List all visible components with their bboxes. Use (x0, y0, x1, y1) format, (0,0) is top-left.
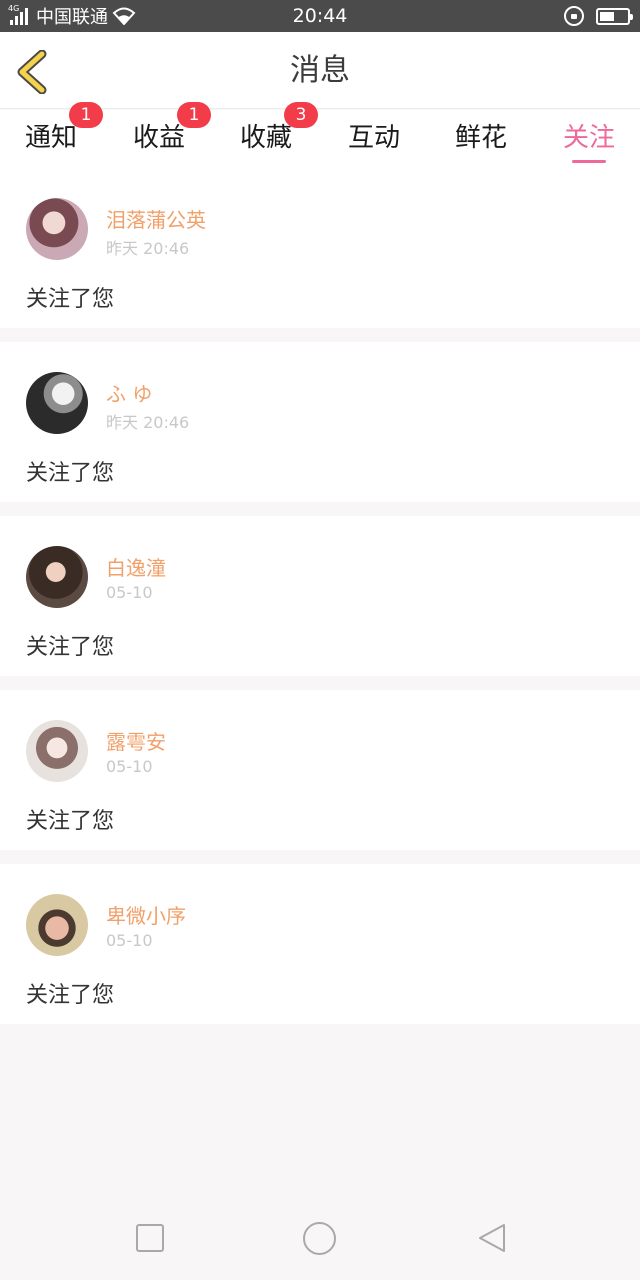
user-name[interactable]: 泪落蒲公英 (106, 204, 206, 233)
follow-time: 昨天 20:46 (106, 239, 190, 258)
avatar[interactable] (26, 720, 88, 782)
system-nav-bar (0, 1196, 640, 1280)
follow-time: 05-10 (106, 757, 153, 776)
page-title: 消息 (290, 53, 350, 88)
follow-item[interactable]: 泪落蒲公英 昨天 20:46 关注了您 (0, 168, 640, 328)
follow-time: 05-10 (106, 931, 153, 950)
triangle-back-icon[interactable] (476, 1222, 508, 1254)
rotation-lock-icon (564, 6, 584, 26)
follow-item[interactable]: 白逸潼 05-10 关注了您 (0, 516, 640, 676)
unread-badge: 1 (177, 102, 211, 128)
follow-item[interactable]: 露雩安 05-10 关注了您 (0, 690, 640, 850)
tab-label: 鲜花 (454, 123, 507, 153)
avatar[interactable] (26, 894, 88, 956)
user-name[interactable]: 露雩安 (106, 726, 166, 755)
header: 消息 (0, 32, 640, 109)
follow-item[interactable]: ふ ゆ 昨天 20:46 关注了您 (0, 342, 640, 502)
tab-notice[interactable]: 通知 1 (1, 102, 103, 168)
circle-icon[interactable] (303, 1222, 336, 1255)
follow-message: 关注了您 (26, 983, 115, 1008)
tab-bar: 通知 1 收益 1 收藏 3 互动 鲜花 关注 (0, 102, 640, 168)
tab-favorites[interactable]: 收藏 3 (216, 102, 318, 168)
tab-flowers[interactable]: 鲜花 (431, 110, 531, 168)
tab-earnings[interactable]: 收益 1 (109, 102, 211, 168)
user-name[interactable]: ふ ゆ (106, 378, 152, 407)
battery-icon (596, 7, 633, 25)
tab-label: 互动 (347, 123, 400, 153)
avatar[interactable] (26, 546, 88, 608)
unread-badge: 3 (284, 102, 318, 128)
follow-time: 昨天 20:46 (106, 413, 190, 432)
follow-time: 05-10 (106, 583, 153, 602)
follow-item[interactable]: 卑微小序 05-10 关注了您 (0, 864, 640, 1024)
status-right (564, 0, 633, 32)
tab-label: 关注 (562, 123, 615, 153)
tab-interaction[interactable]: 互动 (324, 110, 424, 168)
follow-message: 关注了您 (26, 635, 115, 660)
status-time: 20:44 (292, 5, 348, 27)
tab-following[interactable]: 关注 (539, 110, 639, 168)
follow-message: 关注了您 (26, 287, 115, 312)
square-icon[interactable] (136, 1224, 164, 1252)
follow-message: 关注了您 (26, 809, 115, 834)
unread-badge: 1 (69, 102, 103, 128)
active-tab-indicator (572, 160, 606, 163)
user-name[interactable]: 白逸潼 (106, 552, 166, 581)
status-bar: 4G 中国联通 20:44 (0, 0, 640, 32)
follow-list: 泪落蒲公英 昨天 20:46 关注了您 ふ ゆ 昨天 20:46 关注了您 白逸… (0, 168, 640, 1038)
avatar[interactable] (26, 372, 88, 434)
avatar[interactable] (26, 198, 88, 260)
user-name[interactable]: 卑微小序 (106, 900, 186, 929)
follow-message: 关注了您 (26, 461, 115, 486)
